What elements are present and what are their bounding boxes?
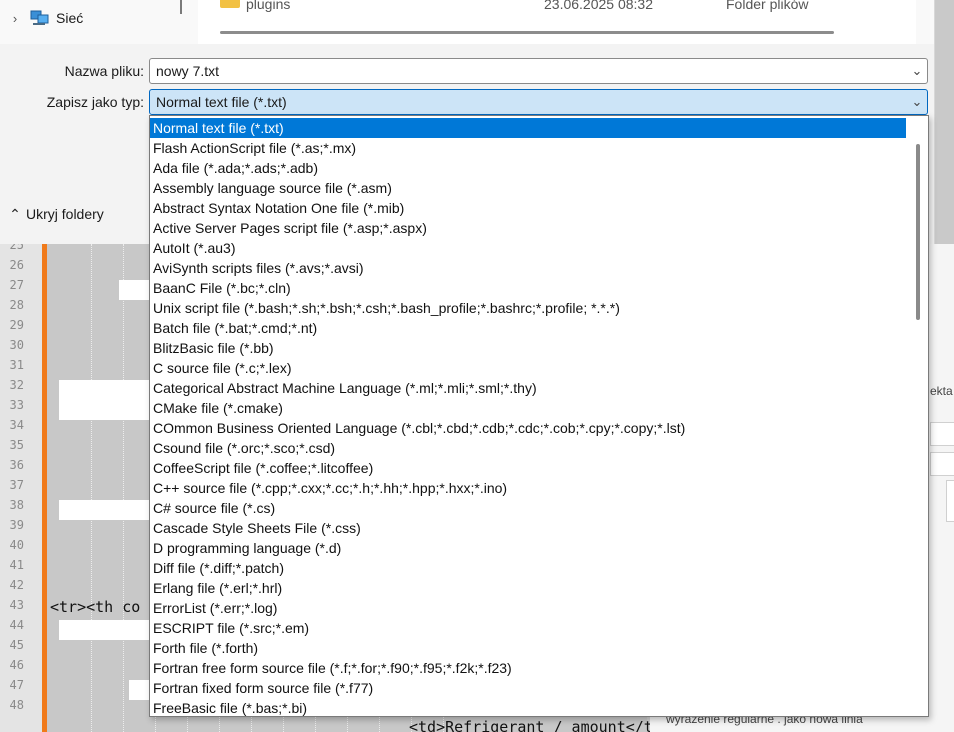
filetype-dropdown[interactable]: Normal text file (*.txt) Flash ActionScri… (149, 115, 929, 717)
dropdown-option[interactable]: Assembly language source file (*.asm) (150, 178, 906, 198)
line-number: 31 (9, 358, 24, 372)
dropdown-option[interactable]: D programming language (*.d) (150, 538, 906, 558)
file-type: Folder plików (726, 0, 809, 12)
dropdown-option[interactable]: Erlang file (*.erl;*.hrl) (150, 578, 906, 598)
panel-field[interactable] (930, 452, 954, 476)
line-number: 42 (9, 578, 24, 592)
line-number-gutter: 25 26 27 28 29 30 31 32 33 34 35 36 37 38 39 40 41 42 43 44… (0, 244, 42, 732)
panel-field[interactable] (946, 480, 954, 522)
tree-item-label: Sieć (56, 10, 84, 26)
dropdown-option[interactable]: Flash ActionScript file (*.as;*.mx) (150, 138, 906, 158)
line-number: 37 (9, 478, 24, 492)
code-highlight (59, 500, 149, 520)
line-number: 46 (9, 658, 24, 672)
file-name: plugins (246, 0, 291, 12)
chevron-down-icon[interactable]: ⌄ (907, 94, 927, 110)
code-line-43: <tr><th co (50, 598, 141, 616)
line-number: 43 (9, 598, 24, 612)
dropdown-option[interactable]: BlitzBasic file (*.bb) (150, 338, 906, 358)
savetype-value[interactable]: Normal text file (*.txt) (150, 94, 907, 110)
code-highlight (119, 280, 149, 300)
horizontal-scrollbar[interactable] (220, 31, 834, 34)
dropdown-option[interactable]: Cascade Style Sheets File (*.css) (150, 518, 906, 538)
file-list: plugins 23.06.2025 08:32 Folder plików (198, 0, 916, 44)
dropdown-option[interactable]: AviSynth scripts files (*.avs;*.avsi) (150, 258, 906, 278)
chevron-right-icon[interactable]: › (0, 11, 30, 26)
dropdown-option[interactable]: ESCRIPT file (*.src;*.em) (150, 618, 906, 638)
line-number: 48 (9, 698, 24, 712)
line-number: 26 (9, 258, 24, 272)
filename-label: Nazwa pliku: (64, 63, 144, 79)
dropdown-option[interactable]: C source file (*.c;*.lex) (150, 358, 906, 378)
dropdown-option[interactable]: Normal text file (*.txt) (150, 118, 906, 138)
dropdown-option[interactable]: AutoIt (*.au3) (150, 238, 906, 258)
file-date: 23.06.2025 08:32 (544, 0, 653, 12)
dropdown-option[interactable]: C++ source file (*.cpp;*.cxx;*.cc;*.h;*.… (150, 478, 906, 498)
code-highlight (59, 380, 149, 420)
line-number: 44 (9, 618, 24, 632)
dropdown-option[interactable]: FreeBasic file (*.bas;*.bi) (150, 698, 906, 716)
line-number: 34 (9, 418, 24, 432)
line-number: 25 (9, 244, 24, 252)
list-item[interactable]: plugins 23.06.2025 08:32 Folder plików (198, 0, 916, 14)
panel-label-partial: ekta (930, 384, 953, 398)
dropdown-option[interactable]: Ada file (*.ada;*.ads;*.adb) (150, 158, 906, 178)
line-number: 35 (9, 438, 24, 452)
line-number: 36 (9, 458, 24, 472)
filename-value[interactable]: nowy 7.txt (150, 63, 907, 79)
dropdown-option[interactable]: C# source file (*.cs) (150, 498, 906, 518)
line-number: 40 (9, 538, 24, 552)
dropdown-option[interactable]: Csound file (*.orc;*.sco;*.csd) (150, 438, 906, 458)
filename-field[interactable]: nowy 7.txt ⌄ (149, 58, 928, 84)
tree-item-network[interactable]: › Sieć (0, 0, 83, 36)
dropdown-option[interactable]: Unix script file (*.bash;*.sh;*.bsh;*.cs… (150, 298, 906, 318)
network-icon (30, 10, 50, 26)
hide-folders-button[interactable]: ⌃ Ukryj foldery (0, 196, 104, 232)
dropdown-option[interactable]: ErrorList (*.err;*.log) (150, 598, 906, 618)
line-number: 38 (9, 498, 24, 512)
dropdown-option[interactable]: CMake file (*.cmake) (150, 398, 906, 418)
dropdown-option[interactable]: Fortran free form source file (*.f;*.for… (150, 658, 906, 678)
pane-splitter[interactable] (180, 0, 182, 14)
dropdown-option[interactable]: Active Server Pages script file (*.asp;*… (150, 218, 906, 238)
folder-icon (220, 0, 240, 8)
dropdown-option[interactable]: Diff file (*.diff;*.patch) (150, 558, 906, 578)
dropdown-option[interactable]: COmmon Business Oriented Language (*.cbl… (150, 418, 906, 438)
chevron-down-icon[interactable]: ⌄ (907, 63, 927, 79)
line-number: 41 (9, 558, 24, 572)
dropdown-option[interactable]: Abstract Syntax Notation One file (*.mib… (150, 198, 906, 218)
dropdown-option[interactable]: Forth file (*.forth) (150, 638, 906, 658)
hide-folders-label: Ukryj foldery (26, 206, 104, 222)
line-number: 47 (9, 678, 24, 692)
dropdown-option[interactable]: Fortran fixed form source file (*.f77) (150, 678, 906, 698)
chevron-up-icon: ⌃ (9, 205, 21, 222)
dropdown-option[interactable]: Categorical Abstract Machine Language (*… (150, 378, 906, 398)
line-number: 39 (9, 518, 24, 532)
dropdown-option[interactable]: Batch file (*.bat;*.cmd;*.nt) (150, 318, 906, 338)
line-number: 32 (9, 378, 24, 392)
code-highlight (59, 620, 149, 640)
line-number: 28 (9, 298, 24, 312)
panel-field[interactable] (930, 422, 954, 446)
vertical-scrollbar[interactable] (908, 116, 928, 716)
dropdown-option[interactable]: CoffeeScript file (*.coffee;*.litcoffee) (150, 458, 906, 478)
line-number: 30 (9, 338, 24, 352)
scrollbar-thumb[interactable] (916, 144, 920, 320)
dropdown-option[interactable]: BaanC File (*.bc;*.cln) (150, 278, 906, 298)
savetype-label: Zapisz jako typ: (46, 94, 144, 110)
savetype-select[interactable]: Normal text file (*.txt) ⌄ (149, 89, 928, 115)
code-highlight (129, 680, 149, 700)
line-number: 29 (9, 318, 24, 332)
line-number: 45 (9, 638, 24, 652)
line-number: 33 (9, 398, 24, 412)
line-number: 27 (9, 278, 24, 292)
code-line-bottom: <td>Refrigerant / amount</td> (409, 718, 671, 732)
